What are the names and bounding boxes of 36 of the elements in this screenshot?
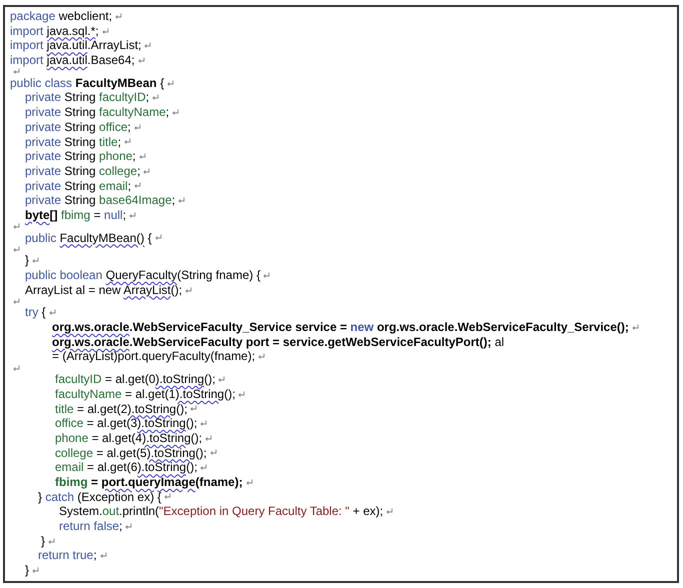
code-line: facultyID = al.get(0).toString(); (55, 372, 216, 387)
code-line: return true; (38, 548, 97, 564)
code-line: private String email; (25, 178, 132, 194)
code-line: try { (25, 305, 46, 320)
code-line: fbimg = port.queryImage(fname); (55, 474, 243, 490)
code-line: facultyName = al.get(1).toString(); (55, 386, 236, 402)
code-line: package webclient; (10, 9, 112, 24)
code-line: } (41, 534, 46, 548)
code-line: import java.util.Base64; (10, 53, 135, 68)
code-line: office = al.get(3).toString(); (55, 416, 198, 431)
code-line: public boolean QueryFaculty(String fname) { (25, 268, 260, 283)
code-line: = (ArrayList)port.queryFaculty(fname); (52, 349, 256, 364)
code-line: byte[] fbimg = null; (25, 208, 126, 223)
code-line: } catch (Exception ex) { (38, 490, 162, 504)
code-line: public FacultyMBean() { (25, 230, 152, 246)
code-line: private String base64Image; (25, 193, 176, 208)
code-line: org.ws.oracle.WebServiceFaculty port = service.getWebServiceFacultyPort(); al (52, 334, 504, 350)
code-line: email = al.get(6).toString(); (55, 460, 198, 475)
code-line: private String facultyName; (25, 105, 170, 120)
code-line: ArrayList al = new ArrayList(); (25, 282, 182, 298)
code-line: org.ws.oracle.WebServiceFaculty_Service service = new org.ws.oracle.WebServiceFaculty_Service(); (52, 320, 629, 335)
code-line: } (25, 253, 30, 268)
code-line: private String office; (25, 120, 131, 135)
code-line: title = al.get(2).toString(); (55, 402, 188, 416)
code-line: } (25, 563, 30, 578)
code-line: import java.sql.*; (10, 24, 99, 38)
code-line: private String college; (25, 164, 140, 179)
code-line: import java.util.ArrayList; (10, 38, 142, 54)
code-line: public class FacultyMBean { (10, 76, 164, 90)
code-line: college = al.get(5).toString(); (55, 446, 207, 460)
code-line: private String facultyID; (25, 90, 150, 106)
code-line: private String phone; (25, 149, 136, 164)
code-line: phone = al.get(4).toString(); (55, 430, 202, 446)
code-line: private String title; (25, 134, 122, 150)
code-line: System.out.println("Exception in Query Faculty Table: " + ex); (59, 504, 384, 520)
code-line: return false; (59, 519, 122, 534)
